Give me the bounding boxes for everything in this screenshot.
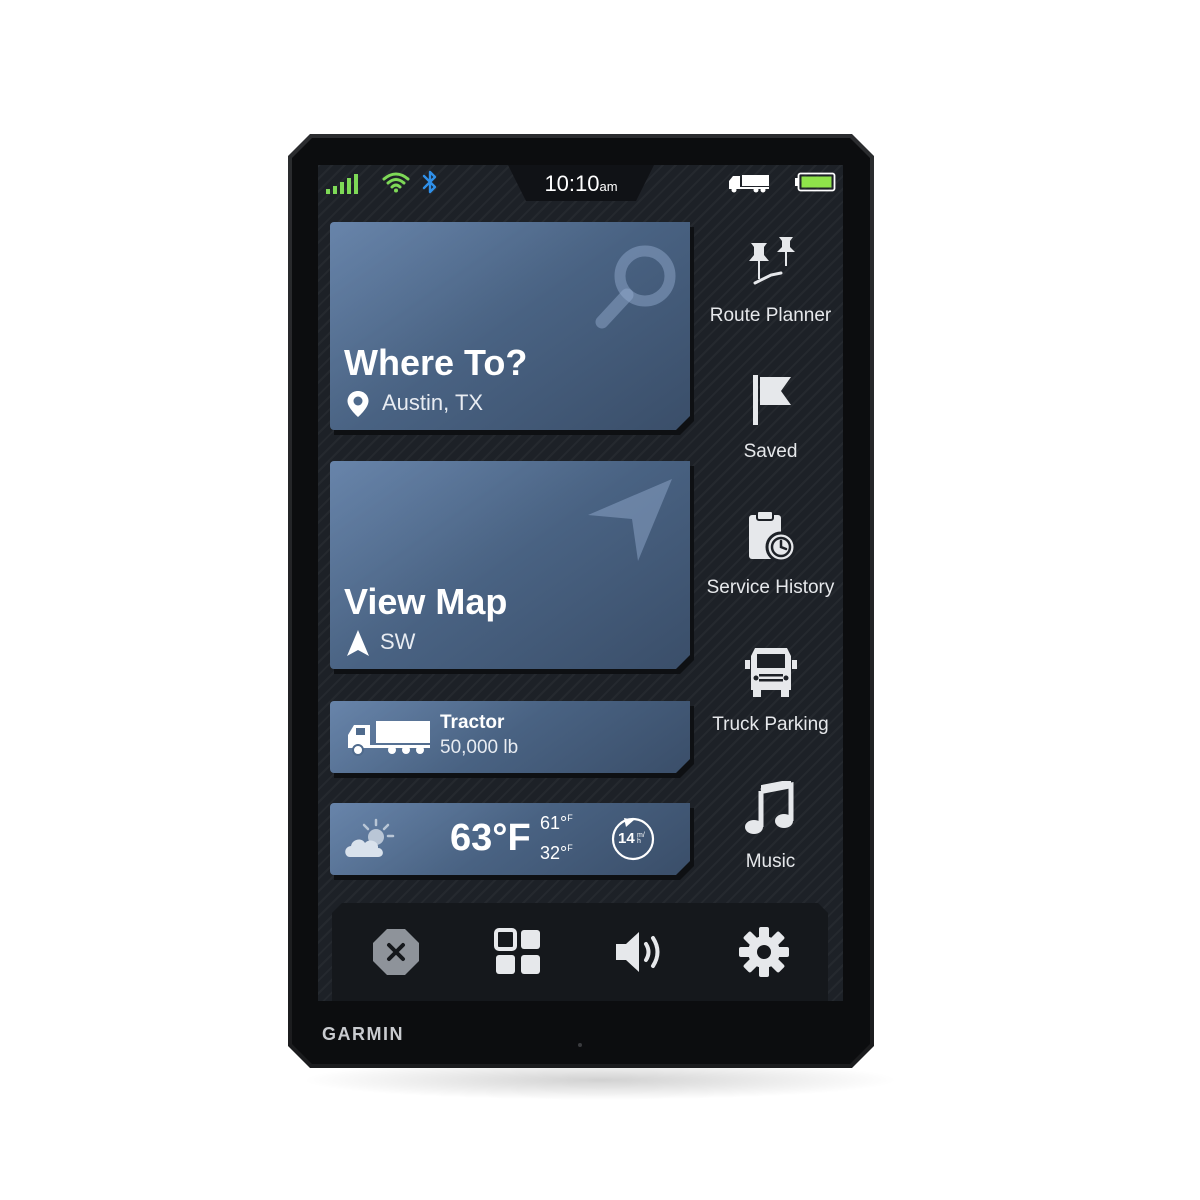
saved-label: Saved [743, 441, 798, 462]
location-pin-icon [346, 390, 370, 423]
weather-high-value: 61° [540, 813, 568, 833]
weather-temp: 63°F [450, 817, 531, 859]
cell-signal-icon [326, 173, 364, 200]
wind-gauge: 14 m/h [610, 816, 656, 862]
truck-front-icon [698, 644, 843, 706]
ambient-sensor [578, 1043, 582, 1047]
weather-high: 61°F [540, 813, 573, 834]
route-planner-label: Route Planner [709, 305, 832, 326]
partly-cloudy-icon [342, 817, 398, 868]
view-map-heading: SW [380, 629, 416, 654]
grid-icon [494, 928, 540, 974]
flag-icon [698, 371, 843, 433]
magnifier-icon [590, 238, 690, 343]
vehicle-name: Tractor [440, 712, 505, 733]
stop-route-button[interactable] [366, 925, 426, 979]
heading-arrow-icon [346, 629, 370, 662]
weather-low-value: 32° [540, 843, 568, 863]
clock-ampm: am [599, 179, 618, 194]
vehicle-weight: 50,000 lb [440, 737, 519, 758]
battery-icon [794, 172, 836, 197]
where-to-card[interactable]: Where To? Austin, TX [330, 222, 690, 430]
navigation-arrow-icon [580, 475, 680, 570]
service-history-label: Service History [706, 577, 835, 598]
status-clock: 10:10am [508, 171, 654, 197]
apps-button[interactable] [488, 925, 548, 979]
screen: 10:10am Where To? Austin, TX View Map SW… [318, 165, 843, 1001]
view-map-title: View Map [344, 581, 508, 622]
music-note-icon [698, 779, 843, 843]
close-octagon-icon [373, 929, 419, 975]
where-to-location: Austin, TX [382, 390, 484, 415]
truck-profile-icon [728, 173, 770, 198]
route-planner-button[interactable]: Route Planner [698, 235, 843, 327]
weather-low: 32°F [540, 843, 573, 864]
wind-unit: m/h [637, 832, 645, 845]
truck-parking-label: Truck Parking [712, 714, 829, 735]
bluetooth-icon [422, 169, 438, 200]
where-to-title: Where To? [344, 342, 528, 383]
weather-low-unit: F [567, 843, 573, 853]
clock-time: 10:10 [544, 171, 600, 196]
bottom-toolbar [332, 903, 828, 1001]
route-pins-icon [698, 235, 843, 297]
music-label: Music [745, 851, 796, 872]
clipboard-clock-icon [698, 507, 843, 569]
view-map-card[interactable]: View Map SW [330, 461, 690, 669]
brand-logo: GARMIN [322, 1024, 404, 1044]
wifi-icon [382, 171, 410, 198]
volume-button[interactable] [610, 925, 670, 979]
saved-button[interactable]: Saved [698, 371, 843, 463]
speaker-icon [616, 932, 660, 972]
semi-truck-icon [346, 717, 432, 762]
music-button[interactable]: Music [698, 779, 843, 873]
weather-card[interactable]: 63°F 61°F 32°F 14 m/h [330, 803, 690, 875]
wind-speed: 14 [618, 830, 635, 847]
gear-icon [739, 927, 789, 977]
settings-button[interactable] [734, 925, 794, 979]
truck-parking-button[interactable]: Truck Parking [698, 644, 843, 736]
service-history-button[interactable]: Service History [698, 507, 843, 599]
weather-high-unit: F [567, 813, 573, 823]
vehicle-card[interactable]: Tractor 50,000 lb [330, 701, 690, 773]
